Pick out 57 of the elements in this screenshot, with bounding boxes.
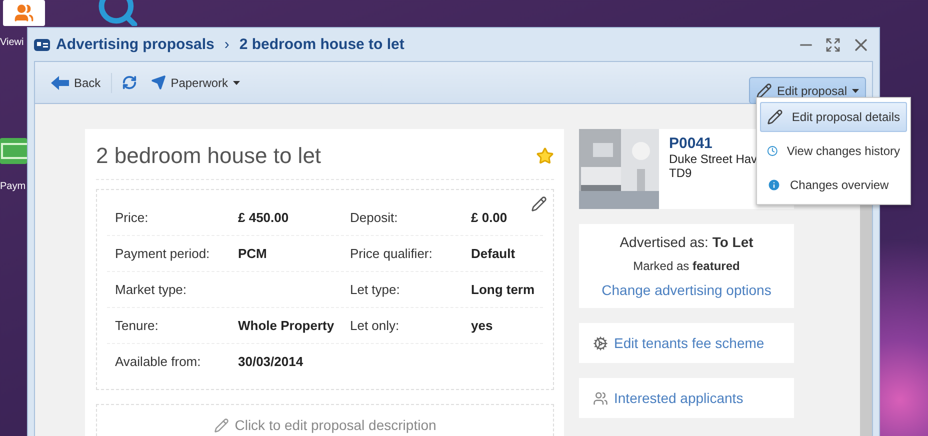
- breadcrumb-link[interactable]: Advertising proposals: [56, 36, 214, 53]
- field-label: Let only:: [350, 318, 400, 333]
- caret-icon: [852, 88, 859, 92]
- description-area[interactable]: Click to edit proposal description: [96, 404, 554, 436]
- gear-icon: [593, 336, 608, 350]
- pencil-icon[interactable]: [531, 196, 547, 212]
- clock-icon: [767, 144, 778, 158]
- property-reference[interactable]: P0041: [669, 135, 758, 152]
- pencil-icon: [767, 109, 783, 125]
- field-label: Price:: [115, 210, 150, 225]
- people-icon: [593, 390, 608, 406]
- menu-item[interactable]: View changes history: [760, 136, 907, 166]
- paperwork-button[interactable]: Paperwork: [146, 72, 244, 93]
- field-value: £ 450.00: [238, 210, 290, 225]
- field-label: Deposit:: [350, 210, 399, 225]
- field-label: Price qualifier:: [350, 246, 434, 261]
- field-value: 30/03/2014: [238, 354, 304, 369]
- pencil-icon: [756, 82, 772, 98]
- featured-text: Marked as featured: [633, 259, 740, 273]
- field-label: Let type:: [350, 282, 401, 297]
- people-icon[interactable]: [3, 0, 45, 26]
- action-link[interactable]: Interested applicants: [614, 390, 744, 406]
- caret-icon: [233, 80, 240, 84]
- address-line: Duke Street Hav: [669, 152, 758, 166]
- desktop-icon-label: Paym: [0, 181, 26, 192]
- money-icon[interactable]: [0, 138, 27, 164]
- field-value: Long term: [471, 282, 536, 297]
- menu-item[interactable]: Edit proposal details: [760, 102, 907, 132]
- paper-plane-icon: [150, 75, 166, 90]
- field-label: Market type:: [115, 282, 188, 297]
- card-icon: [34, 38, 50, 50]
- menu-item[interactable]: Changes overview: [760, 170, 907, 200]
- refresh-icon: [122, 75, 137, 90]
- window-title: 2 bedroom house to let: [239, 36, 404, 53]
- field-value: Default: [471, 246, 516, 261]
- search-icon[interactable]: [96, 0, 140, 26]
- breadcrumb-separator: ›: [224, 36, 230, 53]
- address-line: TD9: [669, 166, 693, 180]
- star-icon[interactable]: [536, 147, 554, 165]
- field-label: Payment period:: [115, 246, 211, 261]
- back-button[interactable]: Back: [47, 72, 105, 92]
- pencil-icon: [214, 418, 229, 432]
- maximize-icon[interactable]: [825, 36, 841, 52]
- info-icon: [767, 178, 781, 192]
- field-value: Whole Property: [238, 318, 336, 333]
- field-label: Tenure:: [115, 318, 160, 333]
- proposal-title: 2 bedroom house to let: [96, 143, 322, 169]
- field-value: yes: [471, 318, 494, 333]
- field-value: PCM: [238, 246, 268, 261]
- action-link[interactable]: Edit tenants fee scheme: [614, 335, 764, 351]
- change-advertising-link[interactable]: Change advertising options: [602, 282, 772, 298]
- description-prompt: Click to edit proposal description: [234, 417, 436, 433]
- field-value: £ 0.00: [471, 210, 508, 225]
- field-label: Available from:: [115, 354, 202, 369]
- advertised-as-text: Advertised as: To Let: [620, 234, 754, 250]
- desktop-icon-label: Viewi: [0, 37, 24, 48]
- arrow-left-icon: [51, 76, 69, 90]
